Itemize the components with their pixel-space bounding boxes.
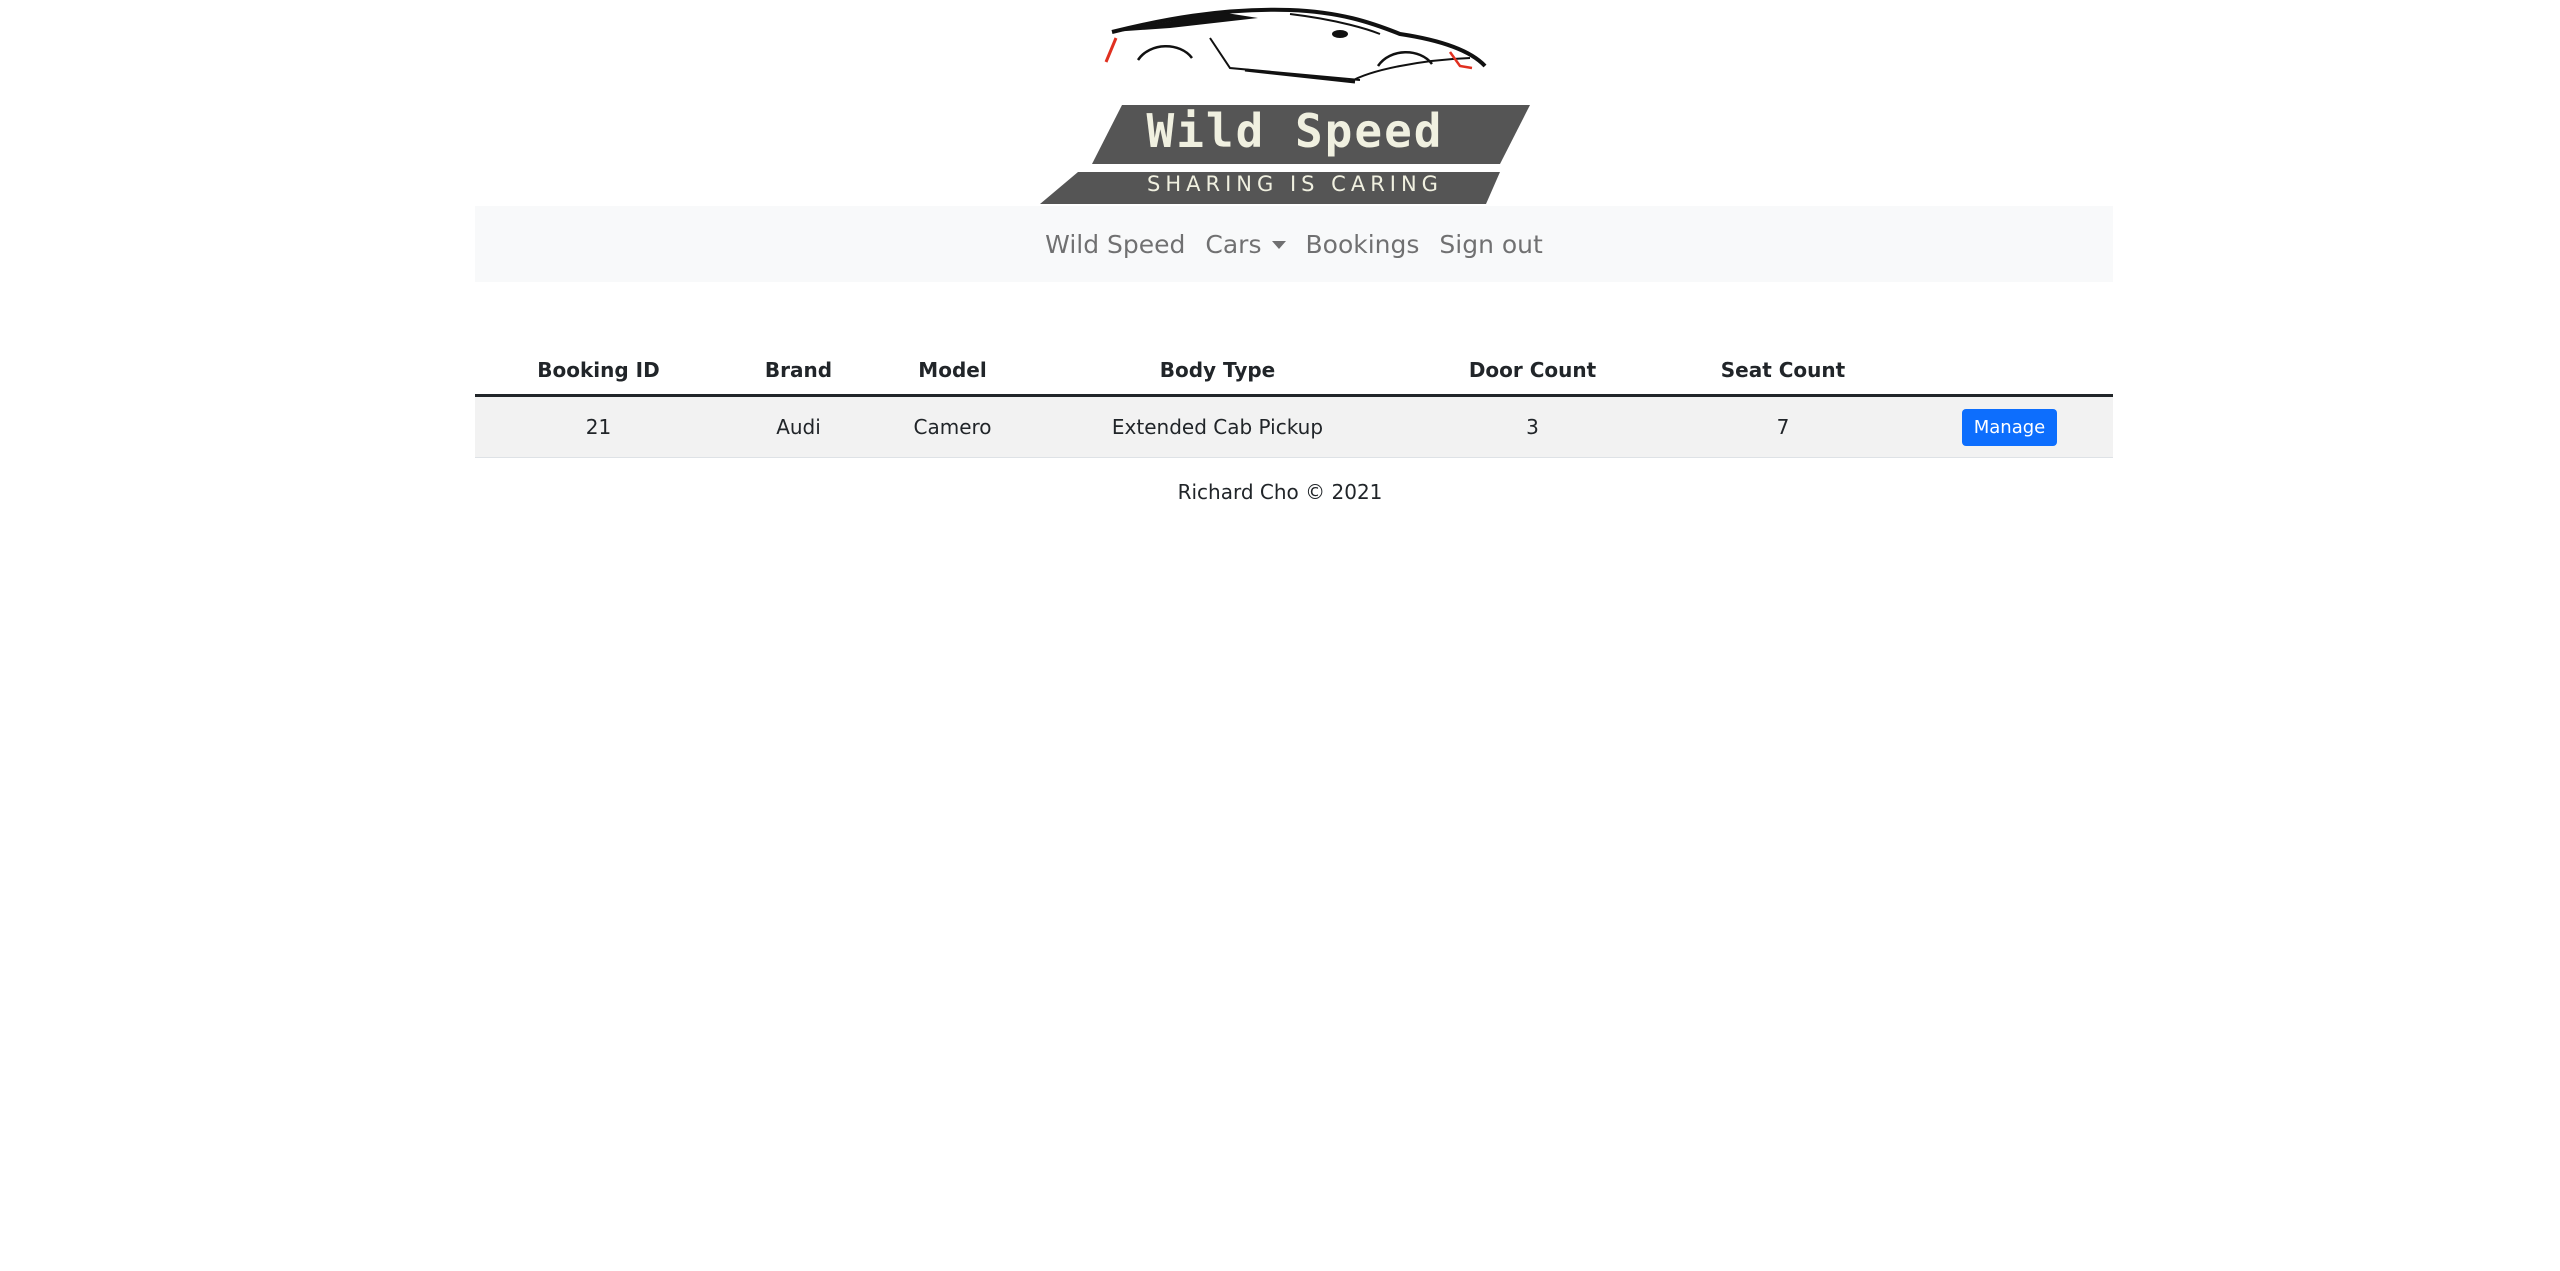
cell-brand: Audi [722, 395, 875, 458]
nav-cars-dropdown[interactable]: Cars [1205, 222, 1286, 267]
column-header-door-count: Door Count [1405, 346, 1660, 397]
footer-copyright: Richard Cho © 2021 [1177, 480, 1383, 504]
cell-actions: Manage [1906, 395, 2113, 458]
cell-seat-count: 7 [1660, 395, 1906, 458]
nav-cars-label: Cars [1205, 229, 1262, 259]
column-header-actions [1906, 346, 2113, 397]
bookings-table-container: Booking ID Brand Model Body Type Door Co… [475, 346, 2113, 458]
column-header-booking-id: Booking ID [475, 346, 722, 397]
column-header-body-type: Body Type [1030, 346, 1405, 397]
column-header-brand: Brand [722, 346, 875, 397]
brand-tagline: SHARING IS CARING [1147, 172, 1443, 196]
nav-sign-out-link[interactable]: Sign out [1439, 222, 1542, 267]
cell-body-type: Extended Cab Pickup [1030, 395, 1405, 458]
main-navbar: Wild Speed Cars Bookings Sign out [475, 206, 2113, 282]
cell-door-count: 3 [1405, 395, 1660, 458]
page: Wild Speed SHARING IS CARING Wild Speed … [0, 0, 2560, 1271]
caret-down-icon [1271, 241, 1286, 249]
nav-home-link[interactable]: Wild Speed [1045, 222, 1185, 267]
column-header-model: Model [875, 346, 1030, 397]
cell-booking-id: 21 [475, 395, 722, 458]
bookings-table: Booking ID Brand Model Body Type Door Co… [475, 346, 2113, 458]
nav-bookings-link[interactable]: Bookings [1306, 222, 1420, 267]
brand-logo: Wild Speed SHARING IS CARING [1040, 0, 1550, 206]
table-row: 21 Audi Camero Extended Cab Pickup 3 7 M… [475, 395, 2113, 458]
cell-model: Camero [875, 395, 1030, 458]
brand-title: Wild Speed [1146, 104, 1444, 158]
column-header-seat-count: Seat Count [1660, 346, 1906, 397]
table-header-row: Booking ID Brand Model Body Type Door Co… [475, 346, 2113, 397]
manage-button[interactable]: Manage [1961, 408, 2058, 446]
